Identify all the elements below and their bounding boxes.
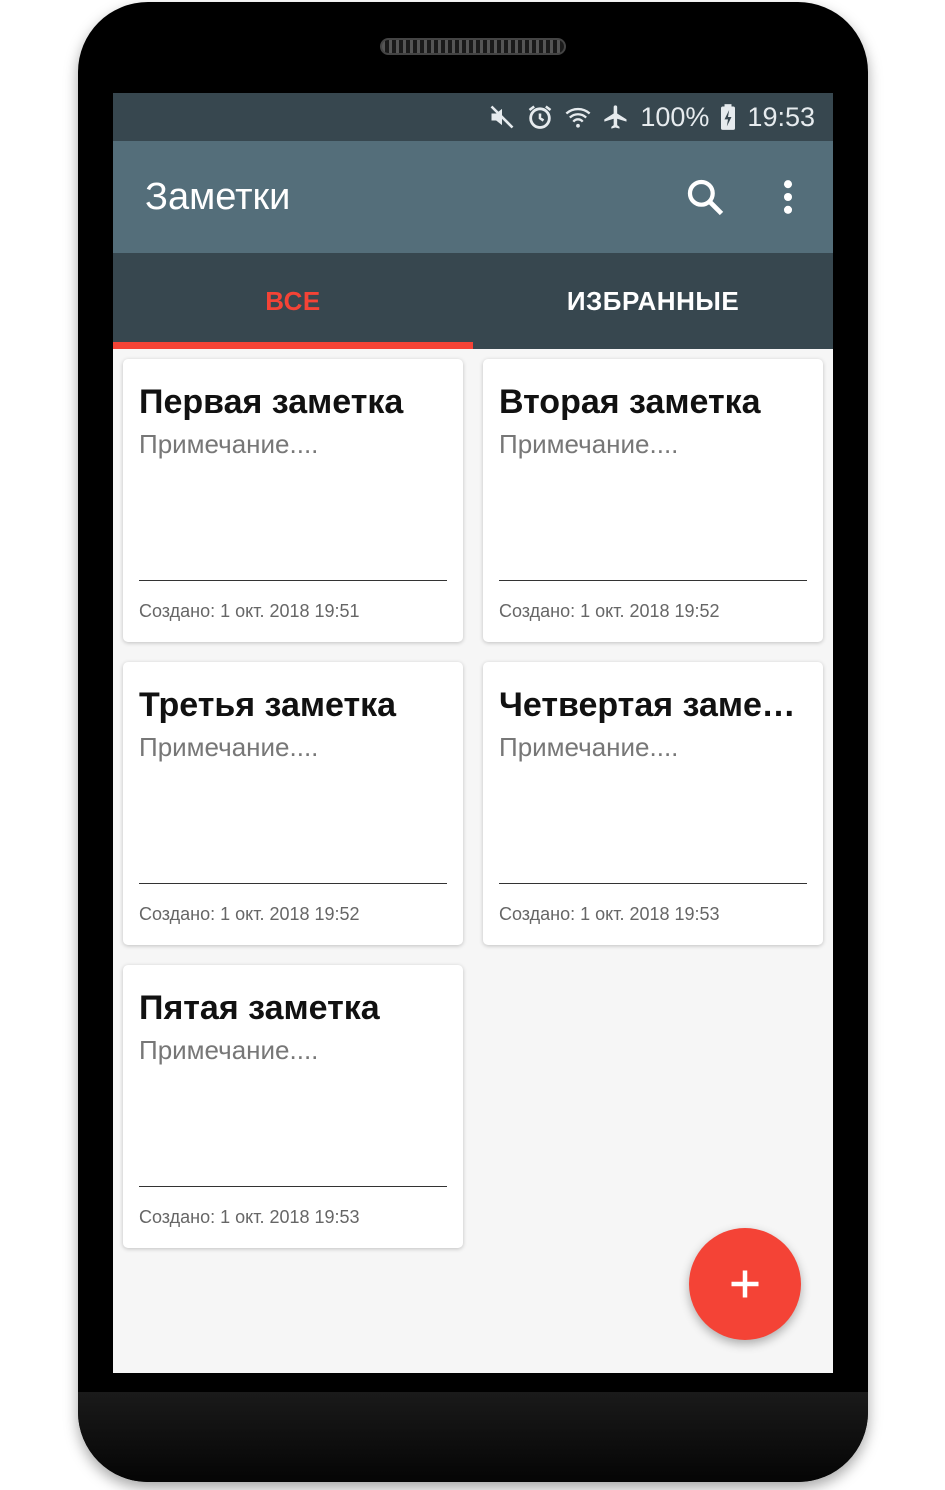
- more-vert-icon[interactable]: [766, 175, 810, 219]
- note-created: Создано: 1 окт. 2018 19:51: [139, 601, 360, 621]
- divider: [139, 883, 447, 884]
- battery-charging-icon: [719, 103, 737, 131]
- tab-bar: ВСЕ ИЗБРАННЫЕ: [113, 253, 833, 349]
- note-text: Примечание....: [139, 732, 319, 762]
- note-created: Создано: 1 окт. 2018 19:52: [139, 904, 360, 924]
- screen: 100% 19:53 Заметки ВСЕ ИЗБРАННЫЕ Первая …: [113, 93, 833, 1373]
- divider: [139, 580, 447, 581]
- divider: [499, 883, 807, 884]
- note-title: Вторая заметка: [499, 383, 761, 421]
- wifi-icon: [564, 103, 592, 131]
- alarm-icon: [526, 103, 554, 131]
- note-title: Третья заметка: [139, 686, 397, 724]
- note-created: Создано: 1 окт. 2018 19:53: [139, 1207, 360, 1227]
- battery-percent: 100%: [640, 101, 710, 132]
- airplane-icon: [602, 103, 630, 131]
- search-icon[interactable]: [683, 175, 727, 219]
- note-created: Создано: 1 окт. 2018 19:53: [499, 904, 720, 924]
- note-card[interactable]: Четвертая заметка Примечание.... Создано…: [483, 662, 823, 945]
- tab-indicator: [113, 342, 473, 349]
- note-created: Создано: 1 окт. 2018 19:52: [499, 601, 720, 621]
- app-bar: Заметки: [113, 141, 833, 253]
- app-title: Заметки: [145, 175, 291, 218]
- note-text: Примечание....: [499, 732, 679, 762]
- note-text: Примечание....: [139, 429, 319, 459]
- note-card[interactable]: Вторая заметка Примечание.... Создано: 1…: [483, 359, 823, 642]
- note-text: Примечание....: [499, 429, 679, 459]
- mute-icon: [488, 103, 516, 131]
- speaker-grille: [380, 38, 566, 55]
- tab-favorites[interactable]: ИЗБРАННЫЕ: [473, 253, 833, 349]
- note-text: Примечание....: [139, 1035, 319, 1065]
- add-icon: [727, 1266, 763, 1302]
- clock: 19:53: [747, 101, 815, 132]
- note-title: Первая заметка: [139, 383, 404, 421]
- note-title: Пятая заметка: [139, 989, 380, 1027]
- note-title: Четвертая заметка: [499, 686, 809, 724]
- tab-all[interactable]: ВСЕ: [113, 253, 473, 349]
- status-bar: 100% 19:53: [113, 93, 833, 141]
- note-card[interactable]: Первая заметка Примечание.... Создано: 1…: [123, 359, 463, 642]
- divider: [139, 1186, 447, 1187]
- note-card[interactable]: Пятая заметка Примечание.... Создано: 1 …: [123, 965, 463, 1248]
- add-note-button[interactable]: [689, 1228, 801, 1340]
- phone-chin: [78, 1392, 868, 1482]
- note-card[interactable]: Третья заметка Примечание.... Создано: 1…: [123, 662, 463, 945]
- divider: [499, 580, 807, 581]
